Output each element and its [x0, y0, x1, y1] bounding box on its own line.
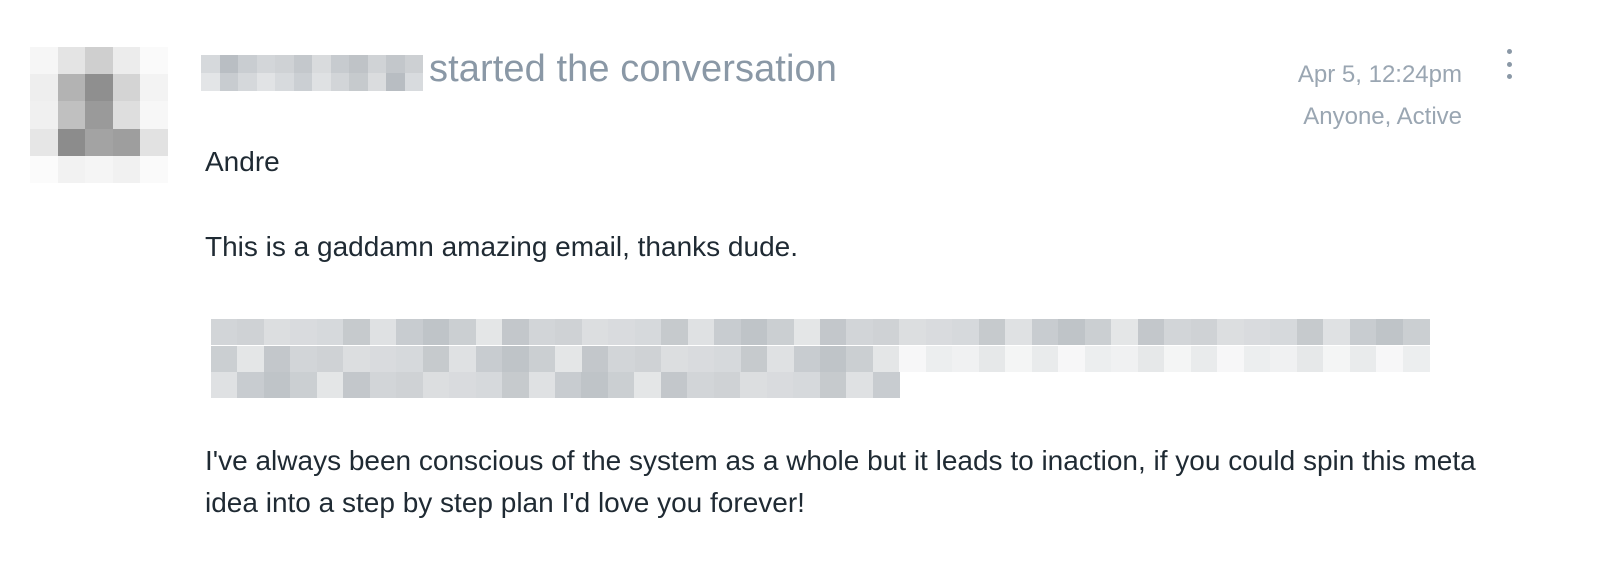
message-paragraph-2: I've always been conscious of the system… — [205, 445, 1476, 518]
author-name-redacted[interactable] — [201, 55, 423, 91]
post-meta: Apr 5, 12:24pm Anyone, Active — [1298, 54, 1462, 138]
redacted-quote-block — [185, 292, 1480, 402]
conversation-headline: started the conversation — [429, 48, 837, 90]
post-timestamp: Apr 5, 12:24pm — [1297, 61, 1462, 88]
vertical-ellipsis-icon[interactable] — [1498, 49, 1520, 79]
post-visibility-status: Anyone, Active — [1303, 103, 1462, 130]
avatar[interactable] — [30, 47, 168, 183]
conversation-post: started the conversation Apr 5, 12:24pm … — [0, 0, 1613, 570]
message-greeting: Andre — [205, 146, 280, 177]
message-paragraph-1: This is a gaddamn amazing email, thanks … — [205, 231, 798, 262]
